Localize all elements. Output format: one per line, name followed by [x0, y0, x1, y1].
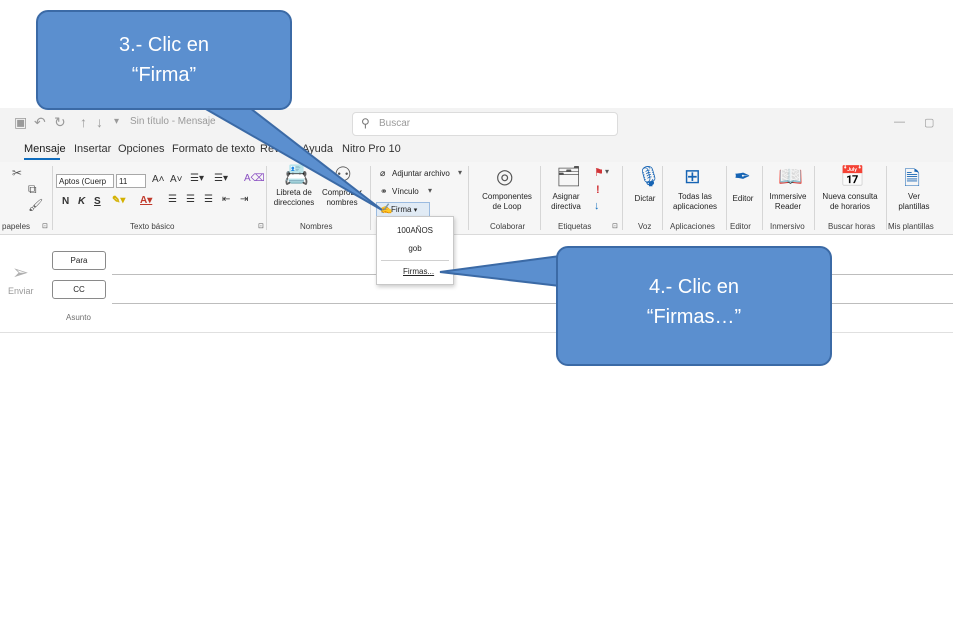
callout-step4: 4.- Clic en “Firmas…”	[556, 246, 832, 366]
callout-step4-text: 4.- Clic en “Firmas…”	[646, 276, 742, 328]
callout-step3: 3.- Clic en “Firma”	[36, 10, 292, 110]
callout-step4-pointer	[439, 254, 561, 288]
callout-step3-pointer	[200, 107, 383, 211]
callout-step3-text: 3.- Clic en “Firma”	[118, 34, 210, 86]
